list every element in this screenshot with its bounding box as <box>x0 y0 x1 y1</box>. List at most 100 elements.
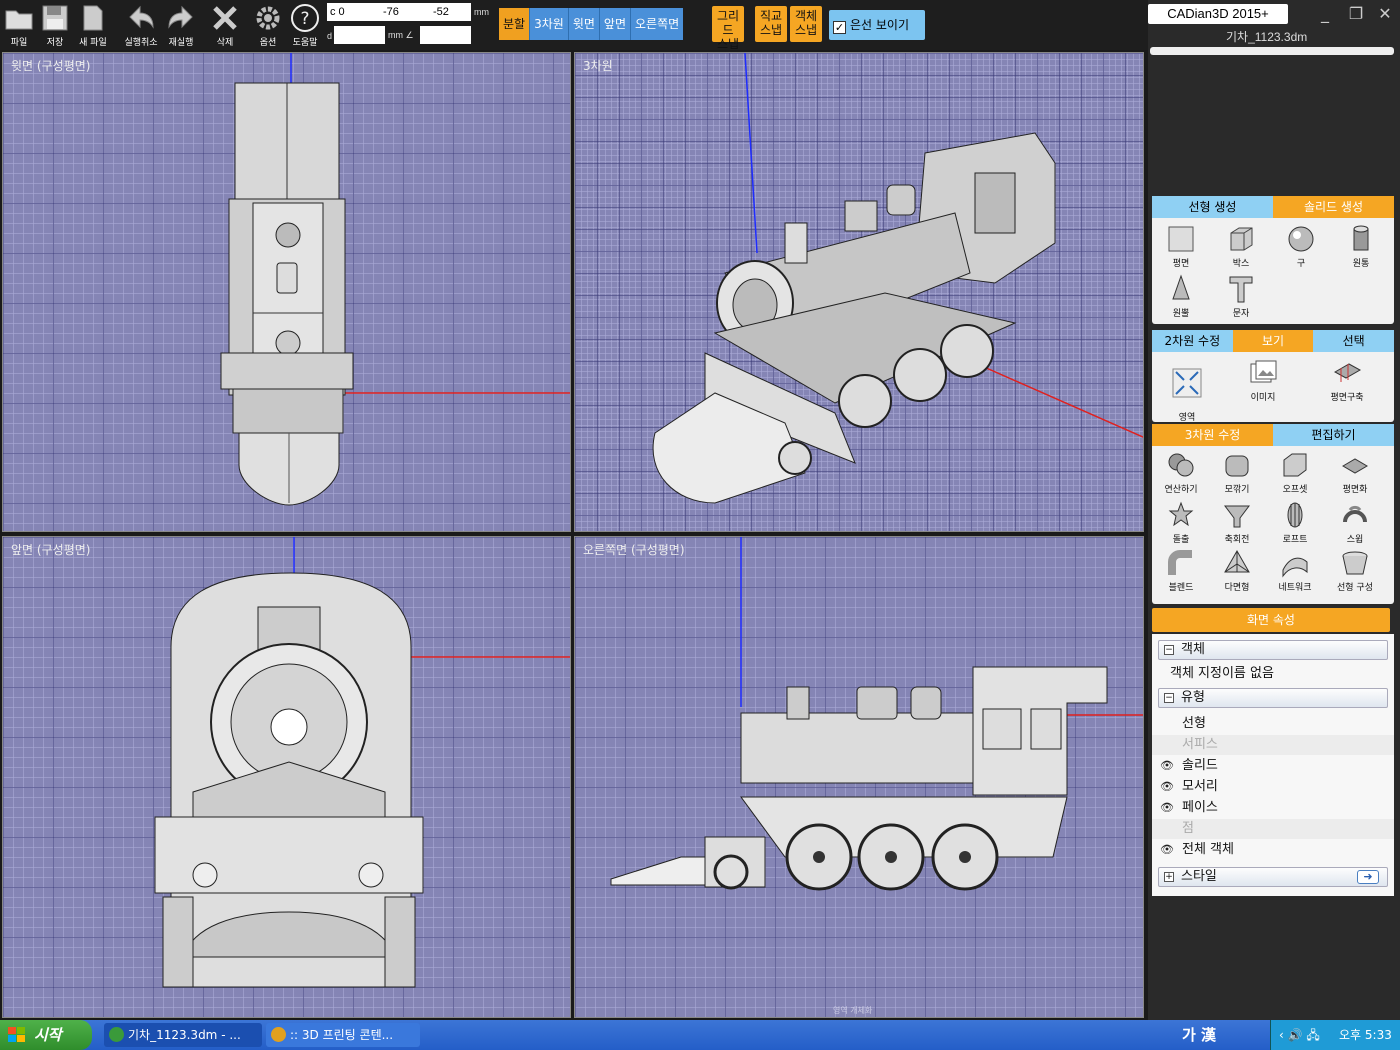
loft-tool[interactable]: 로프트 <box>1266 500 1324 545</box>
fillet-tool[interactable]: 모깎기 <box>1208 450 1266 495</box>
train-right-view <box>610 537 1143 891</box>
3d-edit-panel: 3차원 수정 편집하기 연산하기 모깎기 오프셋 평면화 돌출 축회전 로프트 … <box>1152 424 1394 604</box>
image-tool[interactable]: 이미지 <box>1234 358 1292 403</box>
split-view-button[interactable]: 분할 <box>499 8 531 40</box>
top-view-button[interactable]: 윗면 <box>568 8 600 40</box>
viewport-top[interactable]: 윗면 (구성평면) <box>2 52 571 532</box>
save-button[interactable]: 저장 <box>36 0 74 50</box>
plane-build-tool[interactable]: 평면구축 <box>1318 358 1376 403</box>
viewport-3d[interactable]: 3차원 <box>574 52 1144 532</box>
tab-view[interactable]: 보기 <box>1232 330 1314 352</box>
object-section[interactable]: − 객체 <box>1158 640 1388 660</box>
cylinder-icon <box>1353 225 1369 251</box>
fillet-icon <box>1225 455 1249 477</box>
show-hidden-lines-toggle[interactable]: ✓ 은선 보이기 <box>829 10 925 40</box>
new-file-button[interactable]: 새 파일 <box>74 0 112 50</box>
object-snap-button[interactable]: 객체 스냅 <box>790 6 822 42</box>
boolean-tool[interactable]: 연산하기 <box>1152 450 1210 495</box>
right-view-button[interactable]: 오른쪽면 <box>631 8 684 40</box>
ime-indicator[interactable]: 가 漢 <box>1182 1020 1216 1050</box>
polyhedron-tool[interactable]: 다면형 <box>1208 548 1266 593</box>
sphere-tool[interactable]: 구 <box>1272 224 1330 269</box>
train-top-view <box>220 53 570 506</box>
type-face[interactable]: 👁 페이스 <box>1152 798 1394 818</box>
svg-text:?: ? <box>300 9 309 29</box>
tab-2d-edit[interactable]: 2차원 수정 <box>1152 330 1233 352</box>
front-view-button[interactable]: 앞면 <box>599 8 631 40</box>
text-tool[interactable]: 문자 <box>1212 274 1270 319</box>
arrow-right-icon[interactable]: ➜ <box>1357 870 1379 884</box>
line-compose-tool[interactable]: 선형 구성 <box>1326 548 1384 593</box>
type-line[interactable]: 선형 <box>1152 714 1394 734</box>
tab-line-create[interactable]: 선형 생성 <box>1152 196 1273 218</box>
eye-icon[interactable]: 👁 <box>1160 777 1174 797</box>
taskbar-item-cadian[interactable]: 기차_1123.3dm - ... <box>104 1023 262 1047</box>
redo-button[interactable]: 재실행 <box>162 0 200 50</box>
viewport-label: 오른쪽면 (구성평면) <box>583 543 685 557</box>
cylinder-tool[interactable]: 원통 <box>1332 224 1390 269</box>
type-edge[interactable]: 👁 모서리 <box>1152 777 1394 797</box>
hidden-lines-checkbox[interactable]: ✓ <box>833 21 846 34</box>
taskbar: 시작 기차_1123.3dm - ... :: 3D 프린팅 콘텐... 가 漢… <box>0 1020 1400 1050</box>
sphere-icon <box>1288 226 1314 252</box>
type-section[interactable]: − 유형 <box>1158 688 1388 708</box>
distance-field[interactable] <box>334 26 385 44</box>
box-tool[interactable]: 박스 <box>1212 224 1270 269</box>
angle-field[interactable] <box>420 26 471 44</box>
sweep-tool[interactable]: 스윕 <box>1326 500 1384 545</box>
polyhedron-icon <box>1224 549 1250 573</box>
viewport-front[interactable]: 앞면 (구성평면) <box>2 536 571 1018</box>
type-all-objects[interactable]: 👁 전체 객체 <box>1152 840 1394 860</box>
type-point[interactable]: 점 <box>1152 819 1394 839</box>
3d-view-button[interactable]: 3차원 <box>530 8 569 40</box>
line-compose-icon <box>1342 551 1368 575</box>
help-button[interactable]: ? 도움말 <box>286 0 324 50</box>
type-solid[interactable]: 👁 솔리드 <box>1152 756 1394 776</box>
grid-snap-button[interactable]: 그리드 스냅 <box>712 6 744 51</box>
blend-tool[interactable]: 블렌드 <box>1152 548 1210 593</box>
flatten-tool[interactable]: 평면화 <box>1326 450 1384 495</box>
display-properties: − 객체 객체 지정이름 없음 − 유형 선형 서피스 👁 솔리드 👁 모서리 👁 페이스… <box>1152 634 1394 896</box>
delete-button[interactable]: 삭제 <box>206 0 244 50</box>
plane-build-icon <box>1333 363 1362 382</box>
style-section[interactable]: + 스타일 ➜ <box>1158 867 1388 887</box>
open-file-button[interactable]: 파일 <box>0 0 38 50</box>
taskbar-item-browser[interactable]: :: 3D 프린팅 콘텐... <box>266 1023 420 1047</box>
tray-icons[interactable]: ‹ 🔊 🖧 <box>1279 1020 1320 1050</box>
network-surface-icon <box>1282 557 1308 578</box>
offset-icon <box>1283 453 1307 477</box>
eye-icon[interactable]: 👁 <box>1160 798 1174 818</box>
options-button[interactable]: 옵션 <box>249 0 287 50</box>
ortho-snap-button[interactable]: 직교 스냅 <box>755 6 787 42</box>
type-surface[interactable]: 서피스 <box>1152 735 1394 755</box>
cone-tool[interactable]: 원뿔 <box>1152 274 1210 319</box>
system-tray: ‹ 🔊 🖧 오후 5:33 <box>1270 1020 1400 1050</box>
coord-field[interactable]: c 0 -76 -52 <box>327 3 471 21</box>
undo-button[interactable]: 실행취소 <box>120 0 162 50</box>
sweep-icon <box>1343 505 1367 523</box>
maximize-button[interactable]: ❐ <box>1345 4 1367 23</box>
undo-icon <box>129 5 154 29</box>
region-objectify-watermark: 영역 개체화 <box>833 1006 873 1015</box>
tab-select[interactable]: 선택 <box>1313 330 1395 352</box>
viewport-right[interactable]: 오른쪽면 (구성평면) 영역 개체화 <box>574 536 1144 1018</box>
revolve-tool[interactable]: 축회전 <box>1208 500 1266 545</box>
display-properties-header[interactable]: 화면 속성 <box>1152 608 1390 632</box>
minimize-button[interactable]: _ <box>1314 4 1336 23</box>
network-tool[interactable]: 네트워크 <box>1266 548 1324 593</box>
start-button[interactable]: 시작 <box>0 1020 92 1050</box>
plane-tool[interactable]: 평면 <box>1152 224 1210 269</box>
folder-icon <box>5 10 33 30</box>
redo-icon <box>168 5 193 29</box>
eye-icon[interactable]: 👁 <box>1160 840 1174 860</box>
gear-icon <box>256 6 280 30</box>
extrude-tool[interactable]: 돌출 <box>1152 500 1210 545</box>
tab-3d-edit[interactable]: 3차원 수정 <box>1152 424 1273 446</box>
close-button[interactable]: ✕ <box>1374 4 1396 23</box>
image-icon <box>1250 360 1277 383</box>
tab-edit[interactable]: 편집하기 <box>1273 424 1394 446</box>
eye-icon[interactable]: 👁 <box>1160 756 1174 776</box>
offset-tool[interactable]: 오프셋 <box>1266 450 1324 495</box>
delete-x-icon <box>213 6 237 30</box>
tab-solid-create[interactable]: 솔리드 생성 <box>1273 196 1394 218</box>
